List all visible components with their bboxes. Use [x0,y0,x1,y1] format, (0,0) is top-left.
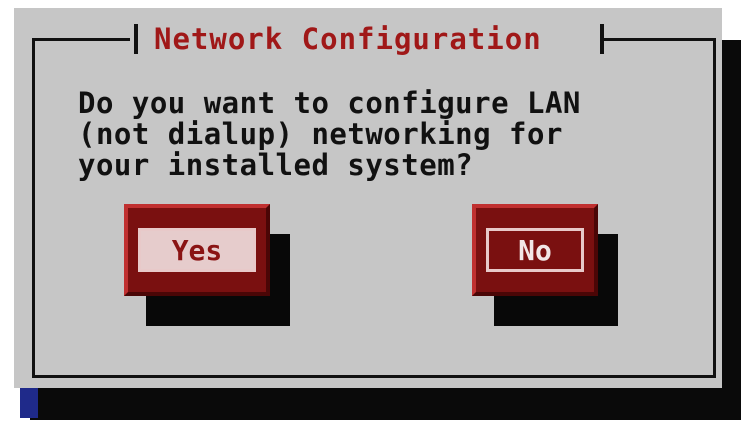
yes-button[interactable]: Yes [124,204,270,296]
network-configuration-dialog: Network Configuration Do you want to con… [14,8,722,388]
dialog-title: Network Configuration [154,22,542,56]
text-cursor [20,388,38,418]
message-line-2: (not dialup) networking for [78,117,563,151]
dialog-shadow-right [720,40,741,420]
yes-button-label: Yes [138,228,256,272]
title-bracket-right [600,24,604,54]
title-bracket-left [134,24,138,54]
no-button[interactable]: No [472,204,598,296]
dialog-shadow-bottom [30,388,741,420]
no-button-label: No [486,228,584,272]
message-line-3: your installed system? [78,148,474,182]
terminal-screen: Network Configuration Do you want to con… [0,0,741,425]
message-line-1: Do you want to configure LAN [78,86,581,120]
dialog-message: Do you want to configure LAN (not dialup… [78,88,581,181]
